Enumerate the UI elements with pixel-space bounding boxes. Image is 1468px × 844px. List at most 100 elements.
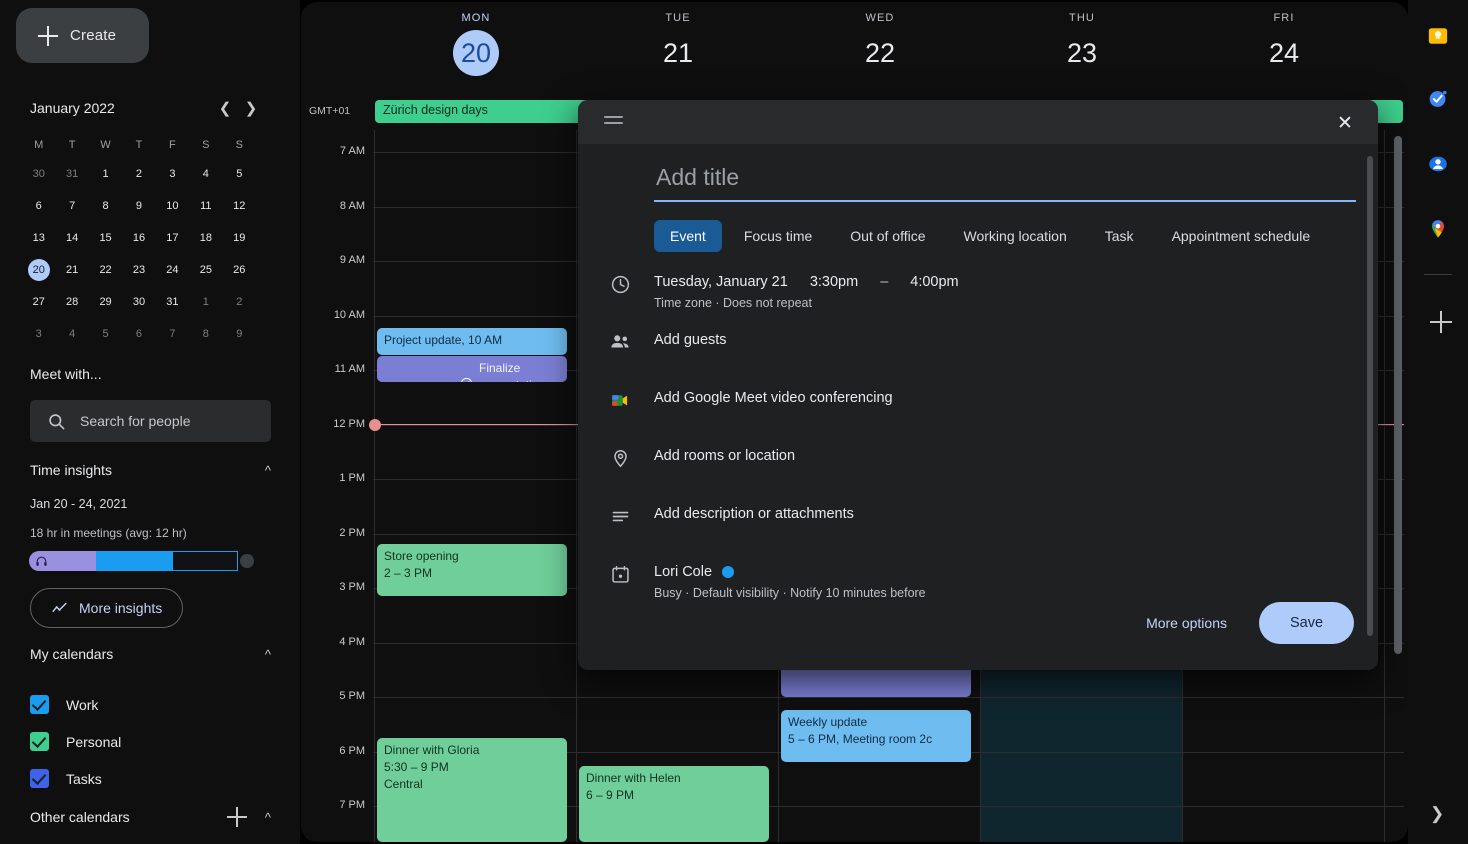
mini-cal-day[interactable]: 31 bbox=[55, 158, 88, 190]
mini-cal-day[interactable]: 8 bbox=[89, 190, 122, 222]
day-column-header-thu[interactable]: THU 23 bbox=[981, 12, 1183, 76]
google-maps-icon[interactable] bbox=[1427, 218, 1449, 240]
event-end-time[interactable]: 4:00pm bbox=[910, 272, 958, 292]
event-date[interactable]: Tuesday, January 21 bbox=[654, 272, 788, 292]
mini-cal-day[interactable]: 15 bbox=[89, 222, 122, 254]
calendar-toggle-work[interactable]: Work bbox=[30, 686, 271, 723]
timezone-repeat-text[interactable]: Time zone · Does not repeat bbox=[654, 296, 1378, 310]
google-contacts-icon[interactable] bbox=[1427, 153, 1449, 175]
calendar-owner-row[interactable]: Lori Cole Busy · Default visibility · No… bbox=[578, 562, 1378, 602]
mini-cal-day[interactable]: 8 bbox=[189, 318, 222, 350]
mini-cal-day[interactable]: 5 bbox=[223, 158, 256, 190]
event-type-tab-focus-time[interactable]: Focus time bbox=[728, 220, 828, 252]
event-type-tab-out-of-office[interactable]: Out of office bbox=[834, 220, 941, 252]
day-number[interactable]: 22 bbox=[779, 30, 981, 76]
chevron-up-icon[interactable]: ^ bbox=[265, 463, 271, 478]
add-meet-row[interactable]: Add Google Meet video conferencing bbox=[578, 388, 1378, 428]
mini-cal-day[interactable]: 16 bbox=[122, 222, 155, 254]
day-number[interactable]: 24 bbox=[1183, 30, 1385, 76]
add-description-row[interactable]: Add description or attachments bbox=[578, 504, 1378, 544]
mini-cal-day[interactable]: 26 bbox=[223, 254, 256, 286]
event-type-tab-working-location[interactable]: Working location bbox=[948, 220, 1083, 252]
event-start-time[interactable]: 3:30pm bbox=[810, 272, 858, 292]
calendar-event[interactable]: Dinner with Gloria 5:30 – 9 PM Central bbox=[377, 738, 567, 842]
checkbox-icon[interactable] bbox=[30, 695, 49, 714]
search-people-input[interactable]: Search for people bbox=[30, 400, 271, 442]
calendar-toggle-tasks[interactable]: Tasks bbox=[30, 760, 271, 797]
mini-cal-day[interactable]: 10 bbox=[156, 190, 189, 222]
mini-cal-day[interactable]: 22 bbox=[89, 254, 122, 286]
dialog-scrollbar-thumb[interactable] bbox=[1367, 156, 1373, 636]
mini-cal-day[interactable]: 1 bbox=[189, 286, 222, 318]
add-guests-label[interactable]: Add guests bbox=[654, 330, 1378, 350]
chevron-left-icon[interactable]: ❮ bbox=[212, 95, 238, 121]
mini-cal-day[interactable]: 18 bbox=[189, 222, 222, 254]
google-keep-icon[interactable] bbox=[1427, 25, 1449, 47]
day-column-header-mon[interactable]: MON 20 bbox=[375, 12, 577, 76]
calendar-event[interactable]: Finalize presentation, 10: bbox=[377, 356, 567, 382]
mini-cal-day[interactable]: 3 bbox=[22, 318, 55, 350]
event-type-tab-event[interactable]: Event bbox=[654, 220, 722, 252]
more-options-button[interactable]: More options bbox=[1136, 607, 1237, 639]
mini-cal-day[interactable]: 30 bbox=[122, 286, 155, 318]
mini-cal-day[interactable]: 20 bbox=[22, 254, 55, 286]
save-button[interactable]: Save bbox=[1259, 602, 1354, 644]
add-description-label[interactable]: Add description or attachments bbox=[654, 504, 1378, 524]
time-insights-header[interactable]: Time insights ^ bbox=[30, 462, 271, 478]
event-title-input[interactable] bbox=[654, 158, 1356, 202]
google-tasks-icon[interactable] bbox=[1427, 88, 1449, 110]
mini-cal-day[interactable]: 31 bbox=[156, 286, 189, 318]
drag-handle-icon[interactable] bbox=[604, 116, 623, 125]
chevron-right-icon[interactable]: ❯ bbox=[238, 95, 264, 121]
mini-cal-day[interactable]: 5 bbox=[89, 318, 122, 350]
mini-cal-day[interactable]: 11 bbox=[189, 190, 222, 222]
calendar-event[interactable]: Project update, 10 AM bbox=[377, 328, 567, 355]
checkbox-icon[interactable] bbox=[30, 732, 49, 751]
chevron-up-icon[interactable]: ^ bbox=[265, 810, 271, 825]
day-column-header-tue[interactable]: TUE 21 bbox=[577, 12, 779, 76]
mini-cal-day[interactable]: 6 bbox=[22, 190, 55, 222]
mini-cal-day[interactable]: 3 bbox=[156, 158, 189, 190]
mini-cal-day[interactable]: 30 bbox=[22, 158, 55, 190]
mini-cal-day[interactable]: 25 bbox=[189, 254, 222, 286]
day-column-header-fri[interactable]: FRI 24 bbox=[1183, 12, 1385, 76]
chevron-up-icon[interactable]: ^ bbox=[265, 647, 271, 662]
day-number[interactable]: 20 bbox=[375, 30, 577, 76]
mini-cal-day[interactable]: 12 bbox=[223, 190, 256, 222]
create-button[interactable]: Create bbox=[16, 8, 149, 63]
my-calendars-header[interactable]: My calendars ^ bbox=[30, 646, 271, 662]
add-location-row[interactable]: Add rooms or location bbox=[578, 446, 1378, 486]
mini-cal-day[interactable]: 6 bbox=[122, 318, 155, 350]
calendar-event[interactable]: Weekly update 5 – 6 PM, Meeting room 2c bbox=[781, 710, 971, 762]
mini-cal-day[interactable]: 23 bbox=[122, 254, 155, 286]
mini-cal-day[interactable]: 21 bbox=[55, 254, 88, 286]
mini-cal-day[interactable]: 7 bbox=[55, 190, 88, 222]
mini-cal-day[interactable]: 2 bbox=[122, 158, 155, 190]
mini-cal-day[interactable]: 2 bbox=[223, 286, 256, 318]
plus-icon[interactable] bbox=[1430, 310, 1454, 334]
mini-cal-day[interactable]: 24 bbox=[156, 254, 189, 286]
calendar-toggle-personal[interactable]: Personal bbox=[30, 723, 271, 760]
add-location-label[interactable]: Add rooms or location bbox=[654, 446, 1378, 466]
mini-cal-day[interactable]: 14 bbox=[55, 222, 88, 254]
checkbox-icon[interactable] bbox=[30, 769, 49, 788]
close-icon[interactable]: ✕ bbox=[1332, 110, 1358, 136]
calendar-color-dot[interactable] bbox=[722, 566, 735, 578]
mini-cal-day[interactable]: 1 bbox=[89, 158, 122, 190]
add-guests-row[interactable]: Add guests bbox=[578, 330, 1378, 370]
mini-cal-day[interactable]: 9 bbox=[223, 318, 256, 350]
calendar-event[interactable]: Dinner with Helen 6 – 9 PM bbox=[579, 766, 769, 842]
when-row[interactable]: Tuesday, January 21 3:30pm – 4:00pm Time… bbox=[578, 272, 1378, 312]
mini-cal-day[interactable]: 9 bbox=[122, 190, 155, 222]
mini-cal-day[interactable]: 19 bbox=[223, 222, 256, 254]
more-insights-button[interactable]: More insights bbox=[30, 588, 184, 628]
calendar-event[interactable]: Store opening 2 – 3 PM bbox=[377, 544, 567, 596]
mini-cal-day[interactable]: 7 bbox=[156, 318, 189, 350]
event-type-tab-task[interactable]: Task bbox=[1089, 220, 1150, 252]
day-number[interactable]: 21 bbox=[577, 30, 779, 76]
mini-cal-day[interactable]: 4 bbox=[55, 318, 88, 350]
mini-cal-day[interactable]: 29 bbox=[89, 286, 122, 318]
day-number[interactable]: 23 bbox=[981, 30, 1183, 76]
day-column-header-wed[interactable]: WED 22 bbox=[779, 12, 981, 76]
mini-cal-day[interactable]: 13 bbox=[22, 222, 55, 254]
